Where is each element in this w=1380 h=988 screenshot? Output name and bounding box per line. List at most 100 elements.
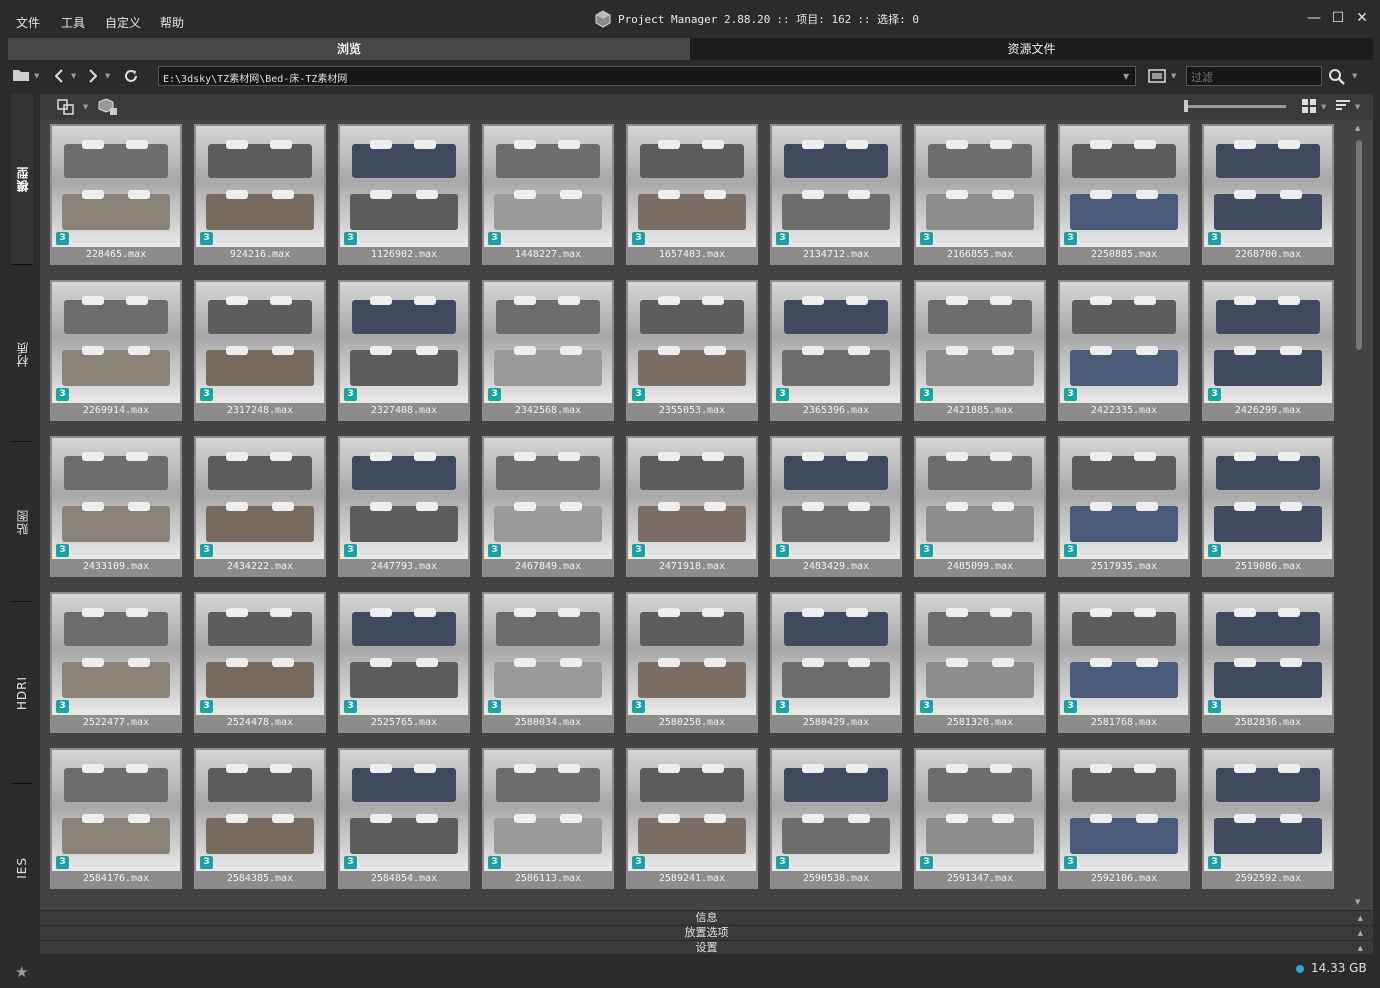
file-tile[interactable]: 3 924216.max bbox=[194, 124, 326, 265]
max-format-icon: 3 bbox=[488, 700, 501, 713]
side-tab-hdri[interactable]: HDRI bbox=[11, 603, 33, 783]
scroll-up-icon[interactable]: ▲ bbox=[1355, 124, 1360, 132]
menu-tools[interactable]: 工具 bbox=[61, 14, 85, 31]
forward-icon[interactable] bbox=[84, 68, 102, 84]
tab-assets[interactable]: 资源文件 bbox=[690, 38, 1373, 60]
tab-browse[interactable]: 浏览 bbox=[8, 38, 690, 60]
scroll-thumb[interactable] bbox=[1356, 140, 1362, 350]
folder-icon[interactable] bbox=[12, 68, 30, 84]
max-format-icon: 3 bbox=[1208, 388, 1221, 401]
menu-file[interactable]: 文件 bbox=[16, 14, 40, 31]
filter-input[interactable]: 过滤 bbox=[1186, 66, 1322, 86]
sync-icon[interactable] bbox=[56, 98, 74, 115]
file-tile[interactable]: 3 2426299.max bbox=[1202, 280, 1334, 421]
file-tile[interactable]: 3 2269914.max bbox=[50, 280, 182, 421]
sync-dropdown-icon[interactable]: ▼ bbox=[83, 103, 88, 111]
file-tile[interactable]: 3 2522477.max bbox=[50, 592, 182, 733]
folder-dropdown-icon[interactable]: ▼ bbox=[34, 72, 39, 80]
file-tile[interactable]: 3 2581320.max bbox=[914, 592, 1046, 733]
file-tile[interactable]: 3 2471918.max bbox=[626, 436, 758, 577]
file-tile[interactable]: 3 2342568.max bbox=[482, 280, 614, 421]
file-tile[interactable]: 3 2434222.max bbox=[194, 436, 326, 577]
bed-thumbnail: 3 bbox=[1204, 438, 1332, 559]
file-tile[interactable]: 3 2591347.max bbox=[914, 748, 1046, 889]
max-format-icon: 3 bbox=[56, 544, 69, 557]
side-tab-ies[interactable]: IES bbox=[11, 785, 33, 950]
file-tile[interactable]: 3 2590538.max bbox=[770, 748, 902, 889]
max-format-icon: 3 bbox=[920, 544, 933, 557]
file-tile[interactable]: 3 2422335.max bbox=[1058, 280, 1190, 421]
file-name: 2589241.max bbox=[658, 873, 726, 884]
grid-dropdown-icon[interactable]: ▼ bbox=[1321, 103, 1326, 111]
view-dropdown-icon[interactable]: ▼ bbox=[1171, 72, 1176, 80]
grid-view-icon[interactable] bbox=[1300, 98, 1318, 114]
sort-dropdown-icon[interactable]: ▼ bbox=[1355, 103, 1360, 111]
file-tile[interactable]: 3 2355053.max bbox=[626, 280, 758, 421]
file-tile[interactable]: 3 2592106.max bbox=[1058, 748, 1190, 889]
search-icon[interactable] bbox=[1328, 68, 1346, 85]
file-tile[interactable]: 3 2519086.max bbox=[1202, 436, 1334, 577]
file-tile[interactable]: 3 1448227.max bbox=[482, 124, 614, 265]
file-tile[interactable]: 3 2580429.max bbox=[770, 592, 902, 733]
thumbnail-size-slider[interactable] bbox=[1186, 105, 1286, 108]
maximize-icon[interactable]: ☐ bbox=[1330, 10, 1346, 26]
settings-panel-header[interactable]: 设置 ▲ bbox=[40, 940, 1373, 954]
file-tile[interactable]: 3 2586113.max bbox=[482, 748, 614, 889]
grid-scrollbar[interactable]: ▲ ▼ bbox=[1352, 124, 1366, 908]
bed-thumbnail: 3 bbox=[1060, 126, 1188, 247]
file-tile[interactable]: 3 2592592.max bbox=[1202, 748, 1334, 889]
refresh-icon[interactable] bbox=[122, 68, 140, 84]
side-tab-model[interactable]: 模型 bbox=[11, 94, 33, 264]
file-tile[interactable]: 3 2584176.max bbox=[50, 748, 182, 889]
file-tile[interactable]: 3 2317248.max bbox=[194, 280, 326, 421]
back-icon[interactable] bbox=[50, 68, 68, 84]
file-name: 2166855.max bbox=[946, 249, 1014, 260]
file-tile[interactable]: 3 2580250.max bbox=[626, 592, 758, 733]
sort-icon[interactable] bbox=[1334, 98, 1352, 114]
file-tile[interactable]: 3 2485099.max bbox=[914, 436, 1046, 577]
file-tile[interactable]: 3 2581768.max bbox=[1058, 592, 1190, 733]
file-tile[interactable]: 3 2525765.max bbox=[338, 592, 470, 733]
file-tile[interactable]: 3 1657403.max bbox=[626, 124, 758, 265]
file-tile[interactable]: 3 2582836.max bbox=[1202, 592, 1334, 733]
favorite-star-icon[interactable]: ★ bbox=[15, 963, 28, 981]
scroll-down-icon[interactable]: ▼ bbox=[1355, 898, 1360, 906]
menu-custom[interactable]: 自定义 bbox=[105, 14, 141, 31]
file-tile[interactable]: 3 2365396.max bbox=[770, 280, 902, 421]
path-dropdown-icon[interactable]: ▼ bbox=[1123, 72, 1129, 81]
file-name: 2317248.max bbox=[226, 405, 294, 416]
file-tile[interactable]: 3 2134712.max bbox=[770, 124, 902, 265]
file-tile[interactable]: 3 2589241.max bbox=[626, 748, 758, 889]
file-tile[interactable]: 3 2166855.max bbox=[914, 124, 1046, 265]
side-tab-texture[interactable]: 贴图 bbox=[11, 443, 33, 601]
back-dropdown-icon[interactable]: ▼ bbox=[71, 72, 76, 80]
file-tile[interactable]: 3 2580034.max bbox=[482, 592, 614, 733]
file-tile[interactable]: 3 2433109.max bbox=[50, 436, 182, 577]
minimize-icon[interactable]: — bbox=[1306, 10, 1322, 26]
menu-help[interactable]: 帮助 bbox=[160, 14, 184, 31]
file-name: 2580034.max bbox=[514, 717, 582, 728]
thumbnail-view-icon[interactable] bbox=[1148, 68, 1166, 84]
search-dropdown-icon[interactable]: ▼ bbox=[1352, 72, 1357, 80]
file-tile[interactable]: 3 2421885.max bbox=[914, 280, 1046, 421]
file-tile[interactable]: 3 228465.max bbox=[50, 124, 182, 265]
path-input[interactable]: E:\3dsky\TZ素材网\Bed-床-TZ素材网 bbox=[158, 66, 1136, 86]
file-tile[interactable]: 3 1126902.max bbox=[338, 124, 470, 265]
thumbnail-size-handle[interactable] bbox=[1184, 100, 1188, 112]
file-tile[interactable]: 3 2524478.max bbox=[194, 592, 326, 733]
file-tile[interactable]: 3 2250885.max bbox=[1058, 124, 1190, 265]
file-tile[interactable]: 3 2268700.max bbox=[1202, 124, 1334, 265]
file-tile[interactable]: 3 2483429.max bbox=[770, 436, 902, 577]
file-tile[interactable]: 3 2447793.max bbox=[338, 436, 470, 577]
close-icon[interactable]: ✕ bbox=[1354, 10, 1370, 26]
file-tile[interactable]: 3 2584385.max bbox=[194, 748, 326, 889]
file-tile[interactable]: 3 2517935.max bbox=[1058, 436, 1190, 577]
file-tile[interactable]: 3 2584854.max bbox=[338, 748, 470, 889]
placement-panel-header[interactable]: 放置选项 ▲ bbox=[40, 925, 1373, 940]
info-panel-header[interactable]: 信息 ▲ bbox=[40, 910, 1373, 925]
forward-dropdown-icon[interactable]: ▼ bbox=[105, 72, 110, 80]
file-tile[interactable]: 3 2467849.max bbox=[482, 436, 614, 577]
model-add-icon[interactable] bbox=[98, 98, 117, 115]
side-tab-material[interactable]: 材质 bbox=[11, 266, 33, 441]
file-tile[interactable]: 3 2327408.max bbox=[338, 280, 470, 421]
